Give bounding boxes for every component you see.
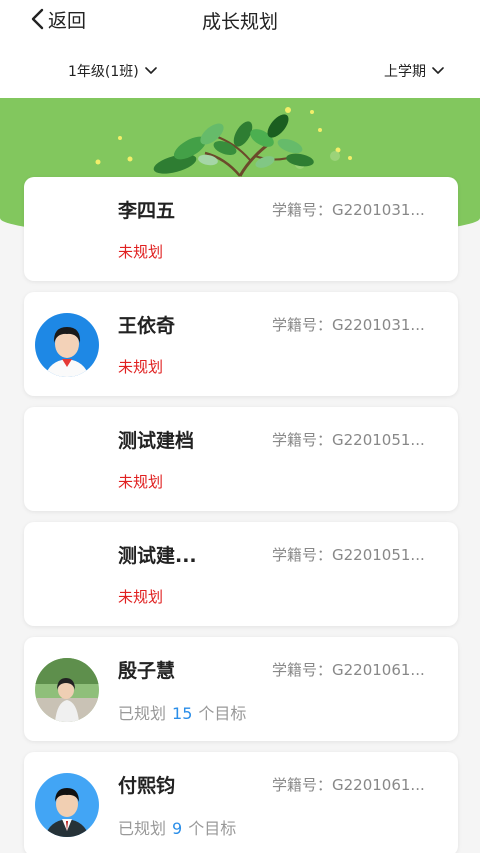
chevron-down-icon — [432, 67, 444, 74]
avatar — [35, 773, 99, 837]
student-id: 学籍号：G2201061... — [272, 776, 425, 794]
term-filter-dropdown[interactable]: 上学期 — [384, 61, 444, 81]
student-id: 学籍号：G2201031... — [272, 201, 425, 219]
avatar — [35, 313, 99, 377]
plan-status-prefix: 已规划 — [118, 704, 167, 723]
plan-status: 未规划 — [118, 358, 164, 376]
student-id: 学籍号：G2201061... — [272, 661, 425, 679]
student-card[interactable]: 付熙钧 学籍号：G2201061... 已规划 9 个目标 — [24, 752, 458, 853]
student-card[interactable]: 李四五 学籍号：G2201031... 未规划 — [24, 177, 458, 281]
goal-count: 15 — [172, 704, 193, 723]
student-id: 学籍号：G2201051... — [272, 546, 425, 564]
student-id: 学籍号：G2201031... — [272, 316, 425, 334]
plan-status-suffix: 个目标 — [188, 819, 237, 838]
chevron-down-icon — [144, 67, 157, 74]
plan-status: 未规划 — [118, 588, 164, 606]
avatar — [35, 658, 99, 722]
plan-status-suffix: 个目标 — [198, 704, 247, 723]
student-card[interactable]: 测试建... 学籍号：G2201051... 未规划 — [24, 522, 458, 626]
student-name: 测试建档 — [118, 430, 195, 452]
header: 返回 成长规划 1年级(1班) 上学期 — [0, 0, 480, 98]
plan-status: 已规划 9 个目标 — [118, 815, 236, 839]
student-card[interactable]: 王依奇 学籍号：G2201031... 未规划 — [24, 292, 458, 396]
goal-count: 9 — [172, 819, 183, 838]
grade-filter-dropdown[interactable]: 1年级(1班) — [68, 61, 157, 81]
plan-status: 已规划 15 个目标 — [118, 700, 246, 724]
growth-plan-page: 返回 成长规划 1年级(1班) 上学期 李四五 学籍号：G2201031... … — [0, 0, 480, 853]
term-filter-label: 上学期 — [384, 64, 426, 80]
page-title: 成长规划 — [201, 11, 278, 33]
student-name: 付熙钧 — [118, 775, 176, 797]
student-card[interactable]: 殷子慧 学籍号：G2201061... 已规划 15 个目标 — [24, 637, 458, 741]
student-name: 测试建... — [118, 545, 197, 567]
student-id: 学籍号：G2201051... — [272, 431, 425, 449]
student-name: 殷子慧 — [118, 660, 176, 682]
plan-status: 未规划 — [118, 473, 164, 491]
grade-filter-label: 1年级(1班) — [68, 64, 139, 80]
plan-status: 未规划 — [118, 243, 164, 261]
plan-status-prefix: 已规划 — [118, 819, 167, 838]
student-card[interactable]: 测试建档 学籍号：G2201051... 未规划 — [24, 407, 458, 511]
student-list: 李四五 学籍号：G2201031... 未规划 王依奇 学籍号：G2201031… — [24, 177, 458, 853]
student-name: 王依奇 — [118, 315, 176, 337]
student-name: 李四五 — [118, 200, 176, 222]
